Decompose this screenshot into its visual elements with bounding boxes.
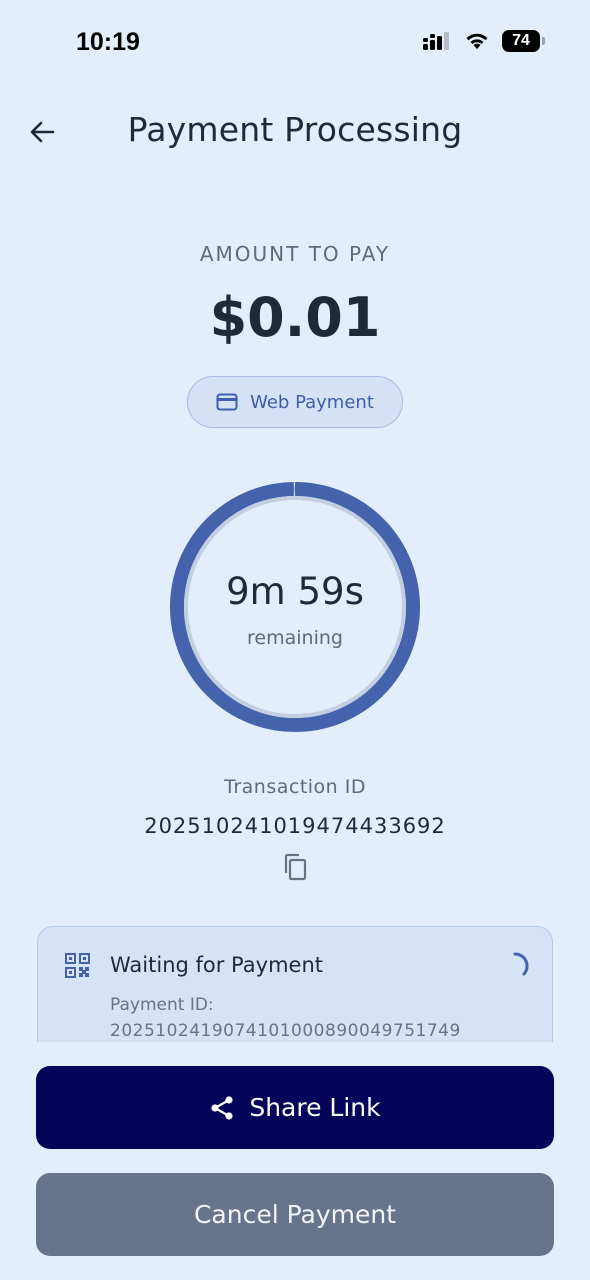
payment-status-card: Waiting for Payment Payment ID: 20251024… [37,926,553,1042]
cancel-payment-label: Cancel Payment [193,1200,397,1229]
share-link-label: Share Link [249,1093,381,1122]
cancel-payment-button[interactable]: Cancel Payment [36,1173,554,1256]
card-icon [216,393,238,411]
payment-method-label: Web Payment [250,391,374,413]
timer-label: remaining [247,627,343,649]
qr-code-icon [65,953,90,978]
amount-label: AMOUNT TO PAY [199,242,391,266]
page-title: Payment Processing [127,110,463,149]
status-icons: 74 [422,30,545,52]
header: Payment Processing [0,96,590,166]
signal-icon [423,32,449,50]
battery-level: 74 [512,32,530,49]
payment-id-value: 20251024190741010008900497517​49 [110,1021,461,1041]
status-title: Waiting for Payment [110,953,323,977]
payment-id-label: Payment ID: [110,995,214,1015]
loading-spinner-icon [513,952,529,976]
battery-icon: 74 [502,30,545,52]
copy-icon[interactable] [281,852,309,882]
status-time: 10:19 [76,28,140,56]
status-bar: 10:19 74 [0,0,590,88]
amount-value: $0.01 [209,286,381,349]
countdown-timer: 9m 59s remaining [168,480,422,734]
transaction-id-value: 20251024101947443369​2 [144,814,446,838]
wifi-icon [466,33,488,49]
payment-method-chip: Web Payment [187,376,403,428]
share-icon [211,1095,233,1120]
share-link-button[interactable]: Share Link [36,1066,554,1149]
transaction-id-label: Transaction ID [224,776,366,798]
timer-value: 9m 59s [226,570,364,613]
